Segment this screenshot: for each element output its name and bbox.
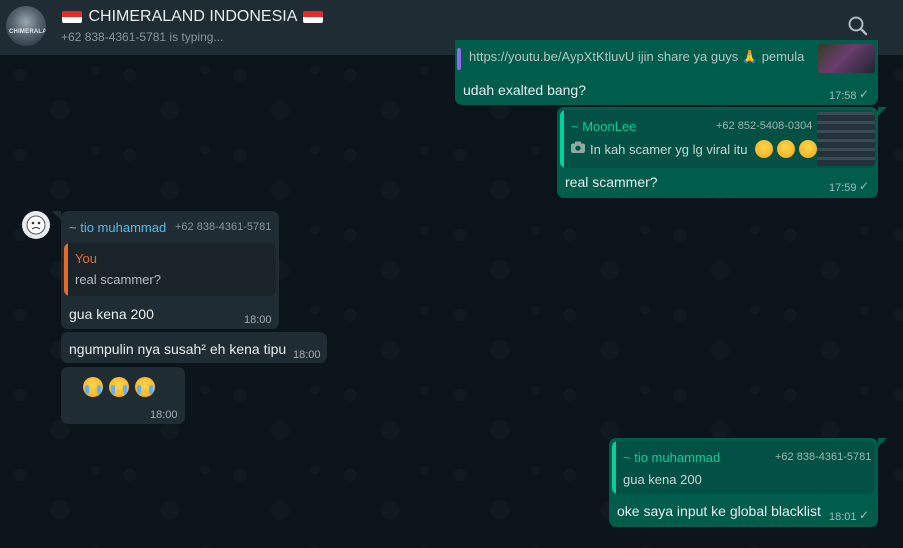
quote-text: real scammer? [75,272,161,287]
message-time: 17:58 [829,90,857,102]
message-bubble[interactable]: ~ tio muhammad +62 838-4361-5781 gua ken… [609,438,887,527]
search-icon [848,16,868,36]
message-time: 18:00 [293,349,321,361]
sender-phone: +62 838-4361-5781 [175,221,272,233]
quote-phone: +62 838-4361-5781 [775,451,872,463]
group-title[interactable]: CHIMERALAND INDONESIA [60,8,325,26]
quote-text: gua kena 200 [623,472,702,487]
double-check-icon: ✓ [859,179,870,193]
message-bubble[interactable]: ngumpulin nya susah² eh kena tipu 18:00 [61,332,327,363]
quote-author: ~ MoonLee [571,119,637,134]
double-check-icon: ✓ [859,508,870,522]
emoji-group [755,140,817,159]
message-text: udah exalted bang? [463,82,586,98]
video-thumbnail[interactable] [818,44,875,73]
message-bubble[interactable]: 18:00 [61,367,185,424]
rofl-emoji-icon [798,140,817,159]
quote-bar [64,243,68,296]
message-time: 17:59 [829,182,857,194]
bubble-tail [878,107,887,116]
message-text: gua kena 200 [69,306,154,322]
camera-icon [571,141,585,153]
message-bubble[interactable]: ~ tio muhammad +62 838-4361-5781 You rea… [52,211,279,329]
quote-bar [560,110,564,168]
message-time: 18:01 [829,511,857,523]
bubble-tail [52,211,61,220]
loudly-crying-emoji-icon [134,377,155,397]
quote-author: You [75,251,97,266]
search-button[interactable] [844,12,872,40]
quoted-message[interactable]: ~ tio muhammad +62 838-4361-5781 gua ken… [612,441,875,494]
loudly-crying-emoji-icon [108,377,129,397]
sender-avatar[interactable] [22,211,50,239]
rofl-emoji-icon [755,140,773,159]
link-preview-bar [457,48,461,70]
group-avatar[interactable]: CHIMERALAND [6,6,46,46]
quoted-message[interactable]: You real scammer? [64,243,276,296]
partial-quoted-text: https://youtu.be/AypXtKtluvU ijin share … [469,49,805,64]
meme-face-icon [26,215,46,235]
rofl-emoji-icon [776,140,795,159]
quote-text: In kah scamer yg lg viral itu [590,142,748,157]
double-check-icon: ✓ [859,87,870,101]
message-time: 18:00 [244,314,272,326]
message-text: oke saya input ke global blacklist [617,503,821,519]
group-title-text: CHIMERALAND INDONESIA [88,8,297,25]
avatar-label: CHIMERALAND [9,29,46,35]
quote-bar [612,441,616,494]
message-bubble[interactable]: https://youtu.be/AypXtKtluvU ijin share … [455,40,878,105]
message-time: 18:00 [150,409,178,421]
indonesia-flag-icon [302,10,323,23]
quote-author: ~ tio muhammad [623,450,721,465]
image-thumbnail[interactable] [817,112,875,166]
typing-status: +62 838-4361-5781 is typing... [61,30,224,44]
emoji-group [83,377,155,397]
quote-phone: +62 852-5408-0304 [716,120,813,132]
message-text: ngumpulin nya susah² eh kena tipu [69,341,287,357]
loudly-crying-emoji-icon [83,377,103,397]
quoted-message[interactable]: ~ MoonLee +62 852-5408-0304 In kah scame… [560,110,875,168]
sender-name[interactable]: ~ tio muhammad [69,220,166,235]
indonesia-flag-icon [62,10,82,23]
bubble-tail [878,438,887,447]
message-text: real scammer? [565,174,658,190]
message-bubble[interactable]: ~ MoonLee +62 852-5408-0304 In kah scame… [557,107,887,198]
